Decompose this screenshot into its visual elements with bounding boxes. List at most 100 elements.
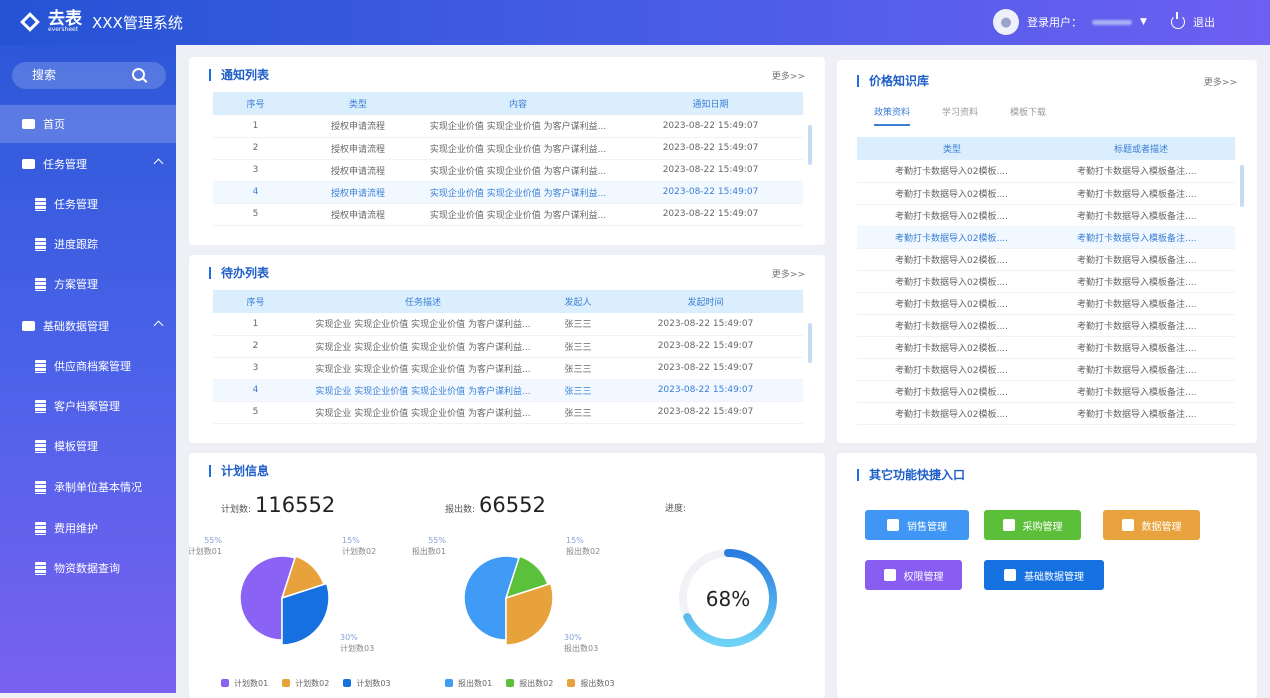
column-header[interactable]: 任务描述 (298, 290, 548, 313)
document-icon (35, 480, 46, 494)
sidebar-item[interactable]: 方案管理 (0, 265, 176, 303)
tab[interactable]: 学习资料 (942, 105, 978, 126)
sidebar-item[interactable]: 任务管理 (0, 145, 176, 183)
table-row[interactable]: 考勤打卡数据导入02模板.... 考勤打卡数据导入模板备注.... (857, 358, 1235, 381)
table-cell: 考勤打卡数据导入模板备注.... (1047, 182, 1235, 205)
sidebar-item[interactable]: 首页 (0, 105, 176, 143)
legend-item[interactable]: 计划数03 (343, 678, 391, 689)
table-row[interactable]: 2 实现企业 实现企业价值 实现企业价值 为客户谋利益... 张三三 2023-08-… (213, 335, 803, 358)
column-header[interactable]: 序号 (213, 290, 298, 313)
shortcuts-title: 其它功能快捷入口 (857, 469, 965, 481)
sidebar-item-label: 任务管理 (43, 158, 87, 171)
table-cell: 实现企业价值 实现企业价值 为客户谋利益... (418, 159, 618, 182)
shortcut-button[interactable]: 基础数据管理 (984, 560, 1104, 590)
column-header[interactable]: 内容 (418, 92, 618, 115)
table-row[interactable]: 考勤打卡数据导入02模板.... 考勤打卡数据导入模板备注.... (857, 270, 1235, 293)
sidebar-item[interactable]: 模板管理 (0, 427, 176, 465)
table-row[interactable]: 考勤打卡数据导入02模板.... 考勤打卡数据导入模板备注.... (857, 292, 1235, 315)
shortcut-button[interactable]: 销售管理 (865, 510, 969, 540)
table-row[interactable]: 3 授权申请流程 实现企业价值 实现企业价值 为客户谋利益... 2023-08-22… (213, 159, 803, 182)
sidebar-item[interactable]: 承制单位基本情况 (0, 468, 176, 506)
legend-item[interactable]: 计划数01 (221, 678, 268, 689)
user-menu[interactable]: ● 登录用户： ▼ (993, 9, 1147, 35)
chevron-up-icon[interactable] (153, 320, 164, 331)
table-row[interactable]: 4 授权申请流程 实现企业价值 实现企业价值 为客户谋利益... 2023-08-22… (213, 181, 803, 204)
table-cell: 实现企业 实现企业价值 实现企业价值 为客户谋利益... (298, 335, 548, 358)
table-cell: 实现企业 实现企业价值 实现企业价值 为客户谋利益... (298, 379, 548, 402)
table-cell: 授权申请流程 (298, 159, 418, 182)
table-row[interactable]: 4 实现企业 实现企业价值 实现企业价值 为客户谋利益... 张三三 2023-08-… (213, 379, 803, 402)
scrollbar[interactable] (808, 125, 812, 165)
logo[interactable]: 去表 eversheet XXX管理系统 (18, 10, 183, 34)
shortcut-button[interactable]: 数据管理 (1103, 510, 1200, 540)
table-row[interactable]: 考勤打卡数据导入02模板.... 考勤打卡数据导入模板备注.... (857, 336, 1235, 359)
column-header[interactable]: 发起人 (548, 290, 608, 313)
table-row[interactable]: 1 授权申请流程 实现企业价值 实现企业价值 为客户谋利益... 2023-08-22… (213, 115, 803, 138)
table-row[interactable]: 5 实现企业 实现企业价值 实现企业价值 为客户谋利益... 张三三 2023-08-… (213, 401, 803, 424)
notice-card: 通知列表 更多>> 序号 类型 内容 通知日期 1 授权申请流程 实现企业价值 实现企业价值… (189, 57, 825, 245)
sidebar: 搜索 首页 任务管理 任务管理 进度跟踪 方案管理 基础数据管理 供应商档案管理 客户档案管理… (0, 45, 176, 693)
progress-value: 68% (706, 587, 750, 611)
table-row[interactable]: 考勤打卡数据导入02模板.... 考勤打卡数据导入模板备注.... (857, 380, 1235, 403)
table-cell: 2023-08-22 15:49:07 (618, 181, 803, 204)
logout-button[interactable]: 退出 (1171, 12, 1215, 30)
search-icon[interactable] (132, 68, 145, 81)
table-cell: 考勤打卡数据导入02模板.... (857, 402, 1047, 425)
sidebar-item[interactable]: 客户档案管理 (0, 387, 176, 425)
column-header[interactable]: 通知日期 (618, 92, 803, 115)
table-row[interactable]: 考勤打卡数据导入02模板.... 考勤打卡数据导入模板备注.... (857, 226, 1235, 249)
sidebar-item[interactable]: 费用维护 (0, 509, 176, 547)
scrollbar[interactable] (1240, 165, 1244, 207)
table-row[interactable]: 1 实现企业 实现企业价值 实现企业价值 为客户谋利益... 张三三 2023-08-… (213, 313, 803, 336)
table-row[interactable]: 2 授权申请流程 实现企业价值 实现企业价值 为客户谋利益... 2023-08-22… (213, 137, 803, 160)
column-header[interactable]: 类型 (857, 137, 1047, 160)
column-header[interactable]: 发起时间 (608, 290, 803, 313)
legend-item[interactable]: 报出数01 (445, 678, 492, 689)
column-header[interactable]: 序号 (213, 92, 298, 115)
chevron-up-icon[interactable] (153, 158, 164, 169)
tab[interactable]: 模板下载 (1010, 105, 1046, 126)
folder-icon (22, 119, 35, 129)
table-row[interactable]: 考勤打卡数据导入02模板.... 考勤打卡数据导入模板备注.... (857, 248, 1235, 271)
table-row[interactable]: 考勤打卡数据导入02模板.... 考勤打卡数据导入模板备注.... (857, 204, 1235, 227)
table-row[interactable]: 5 授权申请流程 实现企业价值 实现企业价值 为客户谋利益... 2023-08-22… (213, 203, 803, 226)
table-row[interactable]: 考勤打卡数据导入02模板.... 考勤打卡数据导入模板备注.... (857, 314, 1235, 337)
table-cell: 2023-08-22 15:49:07 (608, 313, 803, 336)
document-icon (35, 439, 46, 453)
legend-item[interactable]: 报出数03 (567, 678, 615, 689)
sidebar-item[interactable]: 供应商档案管理 (0, 347, 176, 385)
legend-label: 计划数01 (234, 679, 269, 688)
table-cell: 5 (213, 203, 298, 226)
table-row[interactable]: 3 实现企业 实现企业价值 实现企业价值 为客户谋利益... 张三三 2023-08-… (213, 357, 803, 380)
slice-percent-label: 55% (204, 536, 222, 545)
sidebar-item[interactable]: 基础数据管理 (0, 307, 176, 345)
table-cell: 授权申请流程 (298, 181, 418, 204)
sidebar-item[interactable]: 任务管理 (0, 185, 176, 223)
table-cell: 考勤打卡数据导入02模板.... (857, 160, 1047, 183)
legend-item[interactable]: 计划数02 (282, 678, 329, 689)
legend-swatch (343, 679, 352, 687)
table-cell: 张三三 (548, 313, 608, 336)
legend-item[interactable]: 报出数02 (506, 678, 553, 689)
user-label: 登录用户： (1027, 16, 1082, 29)
shortcut-label: 基础数据管理 (1024, 571, 1084, 583)
sidebar-item[interactable]: 物资数据查询 (0, 549, 176, 587)
sidebar-item-label: 客户档案管理 (54, 400, 120, 413)
shortcut-button[interactable]: 权限管理 (865, 560, 962, 590)
scrollbar[interactable] (808, 323, 812, 363)
table-cell: 2023-08-22 15:49:07 (608, 357, 803, 380)
avatar: ● (993, 9, 1019, 35)
table-row[interactable]: 考勤打卡数据导入02模板.... 考勤打卡数据导入模板备注.... (857, 182, 1235, 205)
column-header[interactable]: 标题或者描述 (1047, 137, 1235, 160)
column-header[interactable]: 类型 (298, 92, 418, 115)
slice-name-label: 报出数01 (412, 546, 446, 556)
todo-more-link[interactable]: 更多>> (772, 267, 805, 280)
notice-more-link[interactable]: 更多>> (772, 69, 805, 82)
knowledge-more-link[interactable]: 更多>> (1204, 75, 1237, 88)
sidebar-item[interactable]: 进度跟踪 (0, 225, 176, 263)
search-input[interactable]: 搜索 (12, 62, 166, 89)
shortcut-button[interactable]: 采购管理 (984, 510, 1081, 540)
table-row[interactable]: 考勤打卡数据导入02模板.... 考勤打卡数据导入模板备注.... (857, 160, 1235, 183)
tab[interactable]: 政策资料 (874, 105, 911, 126)
table-row[interactable]: 考勤打卡数据导入02模板.... 考勤打卡数据导入模板备注.... (857, 402, 1235, 425)
